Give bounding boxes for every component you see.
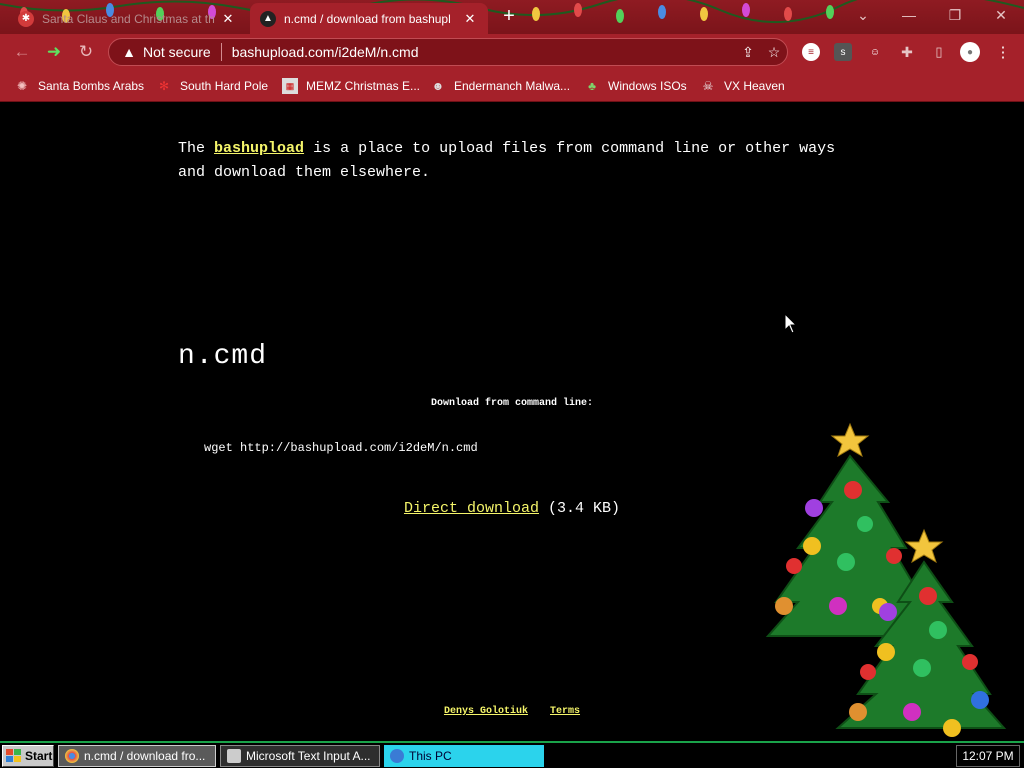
new-tab-button[interactable]: + — [498, 6, 520, 28]
back-arrow-icon[interactable]: ← — [10, 40, 34, 64]
side-panel-icon[interactable]: ▯ — [930, 43, 948, 61]
bookmark-vx-heaven[interactable]: ☠ VX Heaven — [700, 76, 785, 96]
browser-toolbar: ← ➜ ↻ ▲ Not secure bashupload.com/i2deM/… — [0, 34, 1024, 70]
bookmark-memz-christmas[interactable]: ▦ MEMZ Christmas E... — [282, 76, 420, 96]
bookmarks-bar: ✺ Santa Bombs Arabs ✻ South Hard Pole ▦ … — [0, 70, 1024, 102]
minimize-button[interactable]: — — [886, 0, 932, 30]
tab-search-icon[interactable]: ⌄ — [840, 0, 886, 30]
extension-flag-icon[interactable]: ≡ — [802, 43, 820, 61]
author-link[interactable]: Denys Golotiuk — [444, 706, 528, 717]
taskbar-item-this-pc[interactable]: This PC — [384, 745, 544, 767]
close-tab-icon[interactable]: ✕ — [220, 11, 236, 27]
download-cli-label: Download from command line: — [430, 398, 594, 409]
divider — [220, 43, 222, 61]
bookmark-endermanch-malware[interactable]: ☻ Endermanch Malwa... — [430, 76, 570, 96]
bookmark-south-hard-pole[interactable]: ✻ South Hard Pole — [156, 76, 268, 96]
taskbar-item-label: This PC — [409, 749, 452, 763]
share-icon[interactable]: ⇪ — [735, 44, 761, 61]
system-clock[interactable]: 12:07 PM — [956, 745, 1020, 767]
menu-kebab-icon[interactable]: ⋮ — [994, 43, 1012, 61]
warning-icon[interactable]: ▲ — [121, 44, 137, 60]
santa-icon: ✺ — [16, 79, 28, 93]
bookmark-label: MEMZ Christmas E... — [306, 79, 421, 93]
intro-prefix: The — [178, 140, 206, 157]
taskbar-item-text-input[interactable]: Microsoft Text Input A... — [220, 745, 380, 767]
bashupload-link[interactable]: bashupload — [214, 140, 304, 157]
file-name-heading: n.cmd — [178, 341, 268, 372]
tree-icon: ♣ — [588, 79, 596, 93]
bookmark-santa-bombs-arabs[interactable]: ✺ Santa Bombs Arabs — [14, 76, 144, 96]
taskbar-item-label: Microsoft Text Input A... — [246, 749, 371, 763]
mouse-cursor-icon — [784, 313, 798, 334]
snowflake-icon: ✻ — [158, 79, 170, 93]
reload-icon[interactable]: ↻ — [74, 40, 98, 64]
profile-avatar-icon[interactable]: ● — [960, 42, 980, 62]
browser-tab-strip: ✱ Santa Claus and Christmas at th ✕ ▲ n.… — [0, 0, 1024, 34]
taskbar: Start n.cmd / download fro... Microsoft … — [0, 741, 1024, 768]
santa-icon: ✱ — [18, 10, 34, 27]
close-window-button[interactable]: ✕ — [978, 0, 1024, 30]
forward-arrow-icon[interactable]: ➜ — [42, 40, 66, 64]
security-status[interactable]: Not secure — [143, 44, 211, 60]
extensions-puzzle-icon[interactable]: ✚ — [898, 43, 916, 61]
tab-title: n.cmd / download from bashupl — [284, 11, 451, 26]
pc-icon — [390, 749, 404, 763]
file-size: (3.4 KB) — [548, 500, 621, 517]
tab-santa-claus[interactable]: ✱ Santa Claus and Christmas at th ✕ — [8, 3, 246, 34]
intro-text: The bashupload is a place to upload file… — [178, 137, 848, 185]
cloud-upload-icon: ▲ — [260, 10, 276, 27]
taskbar-item-label: n.cmd / download fro... — [84, 749, 206, 763]
chrome-icon — [65, 749, 79, 763]
taskbar-item-chrome[interactable]: n.cmd / download fro... — [58, 745, 216, 767]
bookmark-label: Santa Bombs Arabs — [38, 79, 145, 93]
bookmark-label: VX Heaven — [724, 79, 785, 93]
tab-title: Santa Claus and Christmas at th — [42, 11, 215, 26]
restore-button[interactable]: ❐ — [932, 0, 978, 30]
url-text[interactable]: bashupload.com/i2deM/n.cmd — [232, 44, 735, 60]
bookmark-label: Windows ISOs — [608, 79, 687, 93]
start-button[interactable]: Start — [2, 745, 54, 767]
close-tab-icon[interactable]: ✕ — [462, 11, 478, 27]
wget-command: wget http://bashupload.com/i2deM/n.cmd — [204, 441, 478, 455]
start-label: Start — [25, 749, 53, 763]
window-icon — [227, 749, 241, 763]
extension-s-icon[interactable]: s — [834, 43, 852, 61]
bookmark-star-icon[interactable]: ☆ — [761, 44, 787, 61]
address-bar[interactable]: ▲ Not secure bashupload.com/i2deM/n.cmd … — [108, 38, 788, 66]
direct-download-link[interactable]: Direct download — [404, 500, 539, 517]
bookmark-label: South Hard Pole — [180, 79, 269, 93]
bookmark-windows-isos[interactable]: ♣ Windows ISOs — [584, 76, 687, 96]
bookmark-label: Endermanch Malwa... — [454, 79, 571, 93]
extension-avatar-icon[interactable]: ☺ — [866, 43, 884, 61]
christmas-trees-decoration — [765, 422, 1007, 737]
skull-icon: ☠ — [702, 79, 714, 93]
page-icon: ▦ — [282, 78, 298, 94]
cat-icon: ☻ — [431, 79, 445, 93]
terms-link[interactable]: Terms — [550, 706, 580, 717]
tab-bashupload[interactable]: ▲ n.cmd / download from bashupl ✕ — [250, 3, 488, 34]
windows-logo-icon — [6, 749, 21, 762]
